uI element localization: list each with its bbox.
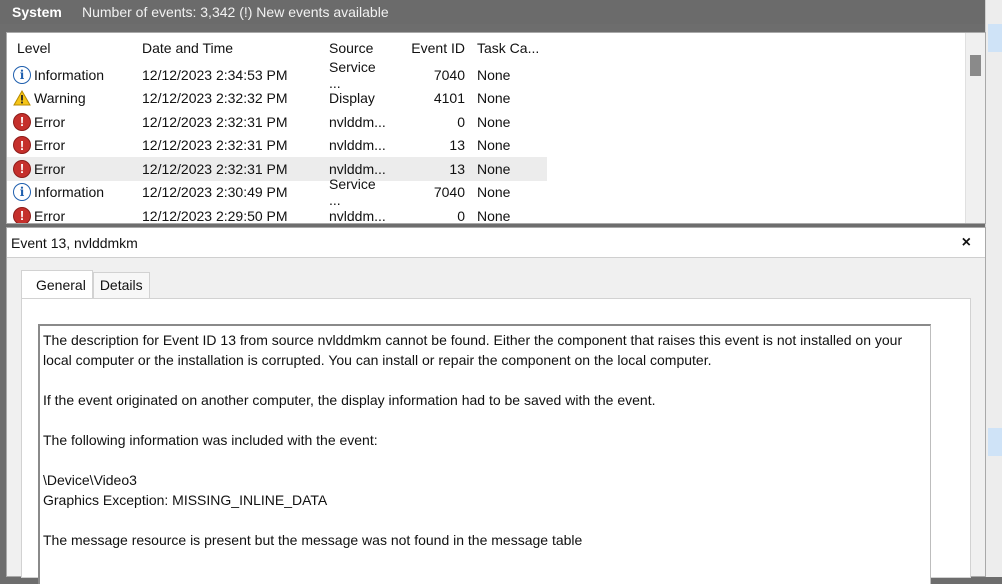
info-icon: i — [13, 65, 31, 84]
event-row[interactable]: i Information 12/12/2023 2:30:49 PM Serv… — [7, 176, 547, 209]
event-source: nvlddm... — [329, 137, 386, 154]
warning-icon — [13, 89, 31, 107]
info-icon: i — [13, 183, 31, 202]
event-detail-header: Event 13, nvlddmkm × — [7, 228, 985, 258]
event-date: 12/12/2023 2:32:32 PM — [142, 90, 288, 107]
event-source: Display — [329, 90, 375, 107]
event-source: nvlddm... — [329, 207, 386, 224]
event-id: 13 — [449, 160, 465, 177]
error-icon: ! — [13, 159, 31, 178]
event-count-info: Number of events: 3,342 (!) New events a… — [82, 4, 389, 20]
event-level: Error — [34, 113, 66, 130]
event-date: 12/12/2023 2:29:50 PM — [142, 207, 288, 224]
event-list[interactable]: Level Date and Time Source Event ID Task… — [6, 32, 986, 224]
description-paragraph: If the event originated on another compu… — [43, 392, 656, 408]
description-paragraph: The message resource is present but the … — [43, 532, 583, 548]
event-row[interactable]: i Information 12/12/2023 2:34:53 PM Serv… — [7, 58, 547, 91]
event-source: nvlddm... — [329, 113, 386, 130]
event-level: Information — [34, 66, 105, 83]
event-date: 12/12/2023 2:32:31 PM — [142, 113, 288, 130]
event-task-category: None — [477, 66, 511, 83]
tab-details[interactable]: Details — [92, 272, 150, 298]
event-row[interactable]: Warning 12/12/2023 2:32:32 PM Display 41… — [7, 87, 547, 111]
close-icon[interactable]: × — [962, 234, 971, 252]
error-icon: ! — [13, 136, 31, 155]
graphics-exception: Graphics Exception: MISSING_INLINE_DATA — [43, 492, 328, 508]
event-row[interactable]: ! Error 12/12/2023 2:32:31 PM nvlddm... … — [7, 134, 547, 158]
event-rows: i Information 12/12/2023 2:34:53 PM Serv… — [7, 58, 547, 224]
log-header-bar: System Number of events: 3,342 (!) New e… — [0, 0, 985, 24]
event-detail-title: Event 13, nvlddmkm — [11, 234, 138, 251]
event-task-category: None — [477, 90, 511, 107]
column-header-level[interactable]: Level — [7, 33, 134, 63]
error-icon: ! — [13, 112, 31, 131]
actions-highlight — [988, 24, 1002, 52]
event-task-category: None — [477, 207, 511, 224]
event-viewer-window: System Number of events: 3,342 (!) New e… — [0, 0, 1002, 584]
event-level: Information — [34, 184, 105, 201]
column-header-date[interactable]: Date and Time — [134, 33, 321, 63]
event-level: Warning — [34, 90, 86, 107]
event-date: 12/12/2023 2:34:53 PM — [142, 66, 288, 83]
event-source: Service ... — [329, 176, 376, 209]
scrollbar-thumb[interactable] — [970, 55, 981, 76]
event-id: 4101 — [433, 90, 465, 107]
column-header-task-category[interactable]: Task Ca... — [471, 33, 547, 63]
event-task-category: None — [477, 137, 511, 154]
general-tab-body: The description for Event ID 13 from sou… — [21, 298, 971, 584]
event-id: 13 — [449, 137, 465, 154]
event-list-header: Level Date and Time Source Event ID Task… — [7, 33, 547, 63]
tab-general[interactable]: General — [21, 270, 93, 298]
event-task-category: None — [477, 184, 511, 201]
detail-tabs: General Details — [21, 270, 150, 298]
event-date: 12/12/2023 2:32:31 PM — [142, 137, 288, 154]
event-task-category: None — [477, 160, 511, 177]
log-title: System — [12, 4, 62, 20]
event-description-box[interactable]: The description for Event ID 13 from sou… — [38, 324, 931, 584]
column-header-event-id[interactable]: Event ID — [391, 33, 471, 63]
event-date: 12/12/2023 2:30:49 PM — [142, 184, 288, 201]
event-row-selected[interactable]: ! Error 12/12/2023 2:32:31 PM nvlddm... … — [7, 157, 547, 181]
event-level: Error — [34, 160, 66, 177]
event-id: 7040 — [433, 66, 465, 83]
event-detail-pane: Event 13, nvlddmkm × General Details The… — [6, 227, 986, 584]
event-id: 7040 — [433, 184, 465, 201]
description-paragraph: The description for Event ID 13 from sou… — [43, 332, 903, 368]
device-path: \Device\Video3 — [43, 472, 137, 488]
event-task-category: None — [477, 113, 511, 130]
event-date: 12/12/2023 2:32:31 PM — [142, 160, 288, 177]
event-row[interactable]: ! Error 12/12/2023 2:29:50 PM nvlddm... … — [7, 204, 547, 224]
actions-pane-edge — [985, 0, 1002, 577]
event-id: 0 — [457, 113, 465, 130]
error-icon: ! — [13, 206, 31, 223]
event-level: Error — [34, 137, 66, 154]
event-id: 0 — [457, 207, 465, 224]
description-paragraph: The following information was included w… — [43, 432, 378, 448]
actions-highlight — [988, 428, 1002, 456]
event-list-scrollbar[interactable] — [965, 33, 985, 223]
event-row[interactable]: ! Error 12/12/2023 2:32:31 PM nvlddm... … — [7, 110, 547, 134]
event-source: Service ... — [329, 58, 376, 91]
event-level: Error — [34, 207, 66, 224]
